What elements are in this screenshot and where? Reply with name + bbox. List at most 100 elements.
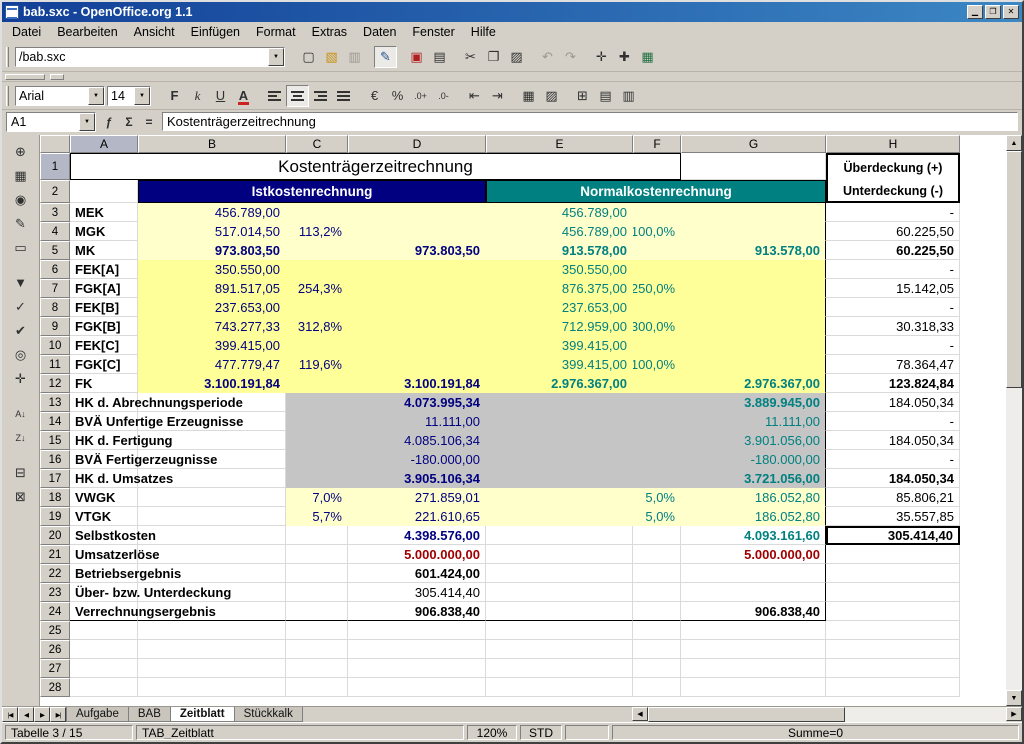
- cell-H14[interactable]: -: [826, 412, 960, 431]
- cell-D21[interactable]: 5.000.000,00: [348, 545, 486, 564]
- cell-E13[interactable]: [486, 393, 633, 412]
- row-header-20[interactable]: 20: [40, 526, 70, 545]
- cell-G3[interactable]: [681, 203, 826, 222]
- row-header-8[interactable]: 8: [40, 298, 70, 317]
- ungroup-icon[interactable]: ⊠: [7, 485, 34, 508]
- cell-H23[interactable]: [826, 583, 960, 602]
- row-header-18[interactable]: 18: [40, 488, 70, 507]
- increase-indent-button[interactable]: ⇥: [486, 85, 509, 107]
- cell-reference-dropdown-icon[interactable]: [79, 113, 95, 131]
- font-name-input[interactable]: [16, 88, 88, 104]
- merge-cells-button[interactable]: ⊞: [571, 85, 594, 107]
- cell-A25[interactable]: [70, 621, 138, 640]
- cell-A16[interactable]: BVÄ Fertigerzeugnisse: [70, 450, 138, 469]
- cell-D13[interactable]: 4.073.995,34: [348, 393, 486, 412]
- cell-H19[interactable]: 35.557,85: [826, 507, 960, 526]
- decrease-indent-button[interactable]: ⇤: [463, 85, 486, 107]
- minimize-button[interactable]: ▁: [967, 5, 983, 19]
- row-header-1[interactable]: 1: [40, 153, 70, 180]
- cell-C10[interactable]: [286, 336, 348, 355]
- cell-F14[interactable]: [633, 412, 681, 431]
- cell-B2[interactable]: Istkostenrechnung: [138, 180, 486, 203]
- gallery-icon[interactable]: ▦: [636, 46, 659, 68]
- menu-ansicht[interactable]: Ansicht: [126, 22, 183, 42]
- row-header-7[interactable]: 7: [40, 279, 70, 298]
- font-name-dropdown-icon[interactable]: [88, 87, 104, 105]
- cell-C28[interactable]: [286, 678, 348, 697]
- cell-F26[interactable]: [633, 640, 681, 659]
- navigator-icon[interactable]: ✛: [590, 46, 613, 68]
- cell-E4[interactable]: 456.789,00: [486, 222, 633, 241]
- cell-D26[interactable]: [348, 640, 486, 659]
- row-header-26[interactable]: 26: [40, 640, 70, 659]
- cell-E19[interactable]: [486, 507, 633, 526]
- cell-D25[interactable]: [348, 621, 486, 640]
- cell-F12[interactable]: [633, 374, 681, 393]
- horizontal-scrollbar[interactable]: ◀ ▶: [632, 707, 1022, 722]
- cell-F10[interactable]: [633, 336, 681, 355]
- row-header-2[interactable]: 2: [40, 180, 70, 203]
- vertical-scroll-track[interactable]: [1006, 151, 1022, 690]
- cell-D7[interactable]: [348, 279, 486, 298]
- insert-cells-icon[interactable]: ▦: [7, 164, 34, 187]
- cell-H10[interactable]: -: [826, 336, 960, 355]
- row-header-10[interactable]: 10: [40, 336, 70, 355]
- cell-G25[interactable]: [681, 621, 826, 640]
- remove-decimal-button[interactable]: .0-: [432, 85, 455, 107]
- cell-E18[interactable]: [486, 488, 633, 507]
- cell-E6[interactable]: 350.550,00: [486, 260, 633, 279]
- cell-C8[interactable]: [286, 298, 348, 317]
- cell-D16[interactable]: -180.000,00: [348, 450, 486, 469]
- autospellcheck-icon[interactable]: ✔: [7, 319, 34, 342]
- cell-C27[interactable]: [286, 659, 348, 678]
- cell-B19[interactable]: [138, 507, 286, 526]
- function-autopilot-icon[interactable]: ƒ: [99, 112, 119, 131]
- vertical-scrollbar[interactable]: ▲ ▼: [1006, 135, 1022, 706]
- cell-C19[interactable]: 5,7%: [286, 507, 348, 526]
- row-header-16[interactable]: 16: [40, 450, 70, 469]
- align-left-button[interactable]: [263, 85, 286, 107]
- scroll-down-icon[interactable]: ▼: [1006, 690, 1022, 706]
- cell-F8[interactable]: [633, 298, 681, 317]
- cell-A27[interactable]: [70, 659, 138, 678]
- cell-F25[interactable]: [633, 621, 681, 640]
- cell-G9[interactable]: [681, 317, 826, 336]
- row-header-15[interactable]: 15: [40, 431, 70, 450]
- cell-B28[interactable]: [138, 678, 286, 697]
- cell-D27[interactable]: [348, 659, 486, 678]
- save-icon[interactable]: ▥: [343, 46, 366, 68]
- cell-A17[interactable]: HK d. Umsatzes: [70, 469, 138, 488]
- cell-B8[interactable]: 237.653,00: [138, 298, 286, 317]
- cell-H26[interactable]: [826, 640, 960, 659]
- underline-button[interactable]: U: [209, 85, 232, 107]
- cell-C20[interactable]: [286, 526, 348, 545]
- cell-A24[interactable]: Verrechnungsergebnis: [70, 602, 138, 621]
- cell-H22[interactable]: [826, 564, 960, 583]
- column-header-H[interactable]: H: [826, 135, 960, 153]
- cell-B18[interactable]: [138, 488, 286, 507]
- cell-B21[interactable]: [138, 545, 286, 564]
- row-header-4[interactable]: 4: [40, 222, 70, 241]
- cell-H4[interactable]: 60.225,50: [826, 222, 960, 241]
- cell-A2[interactable]: [70, 180, 138, 203]
- cell-D6[interactable]: [348, 260, 486, 279]
- cell-C9[interactable]: 312,8%: [286, 317, 348, 336]
- cell-B20[interactable]: [138, 526, 286, 545]
- menu-bearbeiten[interactable]: Bearbeiten: [49, 22, 125, 42]
- open-icon[interactable]: ▧: [320, 46, 343, 68]
- cell-E12[interactable]: 2.976.367,00: [486, 374, 633, 393]
- cell-C17[interactable]: [286, 469, 348, 488]
- cell-F28[interactable]: [633, 678, 681, 697]
- paste-icon[interactable]: ▨: [505, 46, 528, 68]
- cell-H3[interactable]: -: [826, 203, 960, 222]
- row-header-22[interactable]: 22: [40, 564, 70, 583]
- cell-E14[interactable]: [486, 412, 633, 431]
- cell-B11[interactable]: 477.779,47: [138, 355, 286, 374]
- cell-G11[interactable]: [681, 355, 826, 374]
- horizontal-scroll-thumb[interactable]: [648, 707, 845, 722]
- cell-F5[interactable]: [633, 241, 681, 260]
- menu-einfügen[interactable]: Einfügen: [183, 22, 248, 42]
- align-justified-button[interactable]: [332, 85, 355, 107]
- status-insert-mode[interactable]: STD: [520, 725, 562, 740]
- horizontal-scroll-track[interactable]: [648, 707, 1006, 722]
